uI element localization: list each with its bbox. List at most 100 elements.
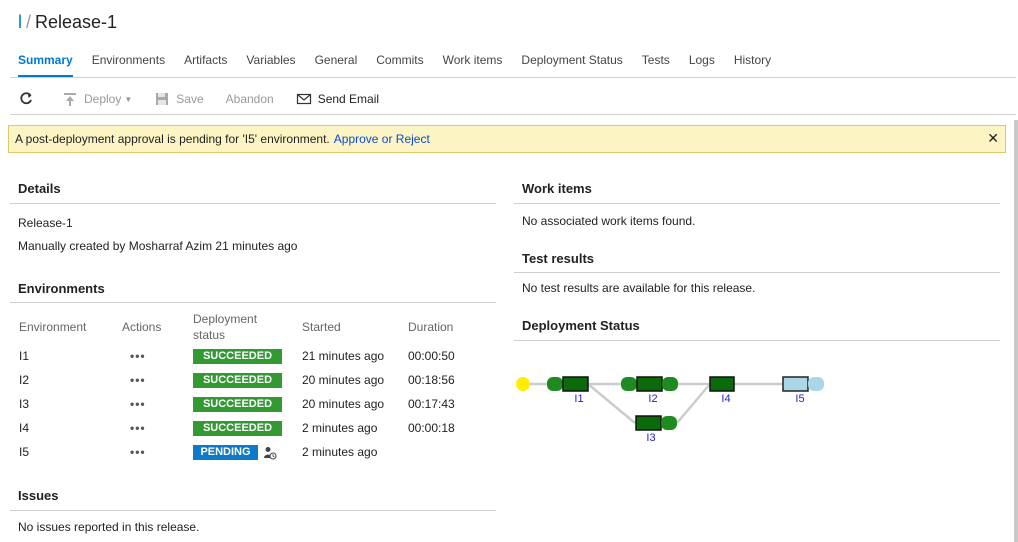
pipeline-start-node	[516, 377, 530, 391]
pipeline-node-i2[interactable]: I2	[621, 376, 678, 405]
pipeline-node-i4[interactable]: I4	[709, 376, 735, 405]
tab-bar: Summary Environments Artifacts Variables…	[18, 53, 790, 77]
tab-tests[interactable]: Tests	[642, 53, 670, 77]
test-results-divider	[514, 272, 1000, 273]
environments-divider	[10, 302, 496, 303]
approve-or-reject-link[interactable]: Approve or Reject	[334, 132, 430, 146]
details-heading: Details	[18, 181, 61, 196]
edge-i3-i4	[676, 383, 711, 424]
pipeline-node-i5[interactable]: I5	[782, 376, 824, 405]
col-environment[interactable]: Environment	[19, 319, 86, 335]
tab-environments[interactable]: Environments	[92, 53, 165, 77]
refresh-button[interactable]	[18, 91, 40, 107]
issues-divider	[10, 510, 496, 511]
pipeline-node-i1[interactable]: I1	[547, 376, 589, 405]
status-badge: SUCCEEDED	[193, 373, 282, 388]
env-started: 2 minutes ago	[302, 445, 378, 459]
env-duration: 00:17:43	[408, 397, 455, 411]
more-actions-icon[interactable]: •••	[130, 373, 146, 387]
env-duration: 00:18:56	[408, 373, 455, 387]
status-badge: SUCCEEDED	[193, 397, 282, 412]
more-actions-icon[interactable]: •••	[130, 397, 146, 411]
abandon-label: Abandon	[225, 92, 274, 106]
col-duration[interactable]: Duration	[408, 319, 453, 335]
node-i2-post	[662, 377, 678, 391]
tab-general[interactable]: General	[315, 53, 358, 77]
node-i5-post	[808, 377, 824, 391]
more-actions-icon[interactable]: •••	[130, 421, 146, 435]
more-actions-icon[interactable]: •••	[130, 349, 146, 363]
node-label-i2[interactable]: I2	[648, 393, 657, 405]
node-i3-body	[635, 415, 662, 431]
col-deployment-status-line1: Deployment	[193, 312, 258, 326]
tab-work-items[interactable]: Work items	[443, 53, 503, 77]
node-i2-pre	[621, 377, 637, 391]
tab-artifacts[interactable]: Artifacts	[184, 53, 227, 77]
node-i1-pre	[547, 377, 563, 391]
node-i5-body	[782, 376, 809, 392]
tab-summary[interactable]: Summary	[18, 53, 73, 77]
col-started[interactable]: Started	[302, 319, 341, 335]
abandon-button[interactable]: Abandon	[226, 92, 274, 106]
issues-empty-text: No issues reported in this release.	[18, 520, 200, 534]
deployment-status-heading: Deployment Status	[522, 318, 640, 333]
test-results-heading: Test results	[522, 251, 595, 266]
deployment-pipeline-graph: I1 I2 I3 I4 I5	[516, 376, 824, 444]
breadcrumb: l / Release-1	[18, 12, 117, 33]
node-i2-body	[636, 376, 663, 392]
env-name[interactable]: I2	[19, 373, 29, 387]
status-badge: SUCCEEDED	[193, 349, 282, 364]
banner-message: A post-deployment approval is pending fo…	[15, 132, 330, 146]
work-items-divider	[514, 203, 1000, 204]
pipeline-node-i3[interactable]: I3	[635, 415, 677, 444]
env-name[interactable]: I5	[19, 445, 29, 459]
env-name[interactable]: I3	[19, 397, 29, 411]
work-items-heading: Work items	[522, 181, 592, 196]
approval-banner: A post-deployment approval is pending fo…	[8, 125, 1006, 153]
scrollbar[interactable]	[1014, 120, 1018, 542]
toolbar: Deploy ▼ Save Abandon Send Email	[18, 89, 401, 109]
node-i1-body	[562, 376, 589, 392]
test-results-empty-text: No test results are available for this r…	[522, 281, 756, 295]
breadcrumb-root[interactable]: l	[18, 12, 22, 32]
save-icon	[156, 93, 169, 105]
refresh-icon	[20, 92, 32, 105]
tab-history[interactable]: History	[734, 53, 771, 77]
env-started: 2 minutes ago	[302, 421, 378, 435]
chevron-down-icon: ▼	[124, 94, 133, 104]
deploy-button[interactable]: Deploy ▼	[62, 91, 132, 107]
env-started: 20 minutes ago	[302, 373, 385, 387]
breadcrumb-separator: /	[26, 12, 32, 32]
node-i3-post	[661, 416, 677, 430]
send-email-button[interactable]: Send Email	[296, 91, 379, 107]
env-name[interactable]: I1	[19, 349, 29, 363]
environments-heading: Environments	[18, 281, 105, 296]
node-label-i4[interactable]: I4	[721, 393, 730, 405]
node-label-i5[interactable]: I5	[795, 393, 804, 405]
env-started: 21 minutes ago	[302, 349, 385, 363]
close-icon[interactable]: ✕	[987, 130, 999, 147]
page-title: Release-1	[35, 12, 118, 32]
tab-variables[interactable]: Variables	[246, 53, 295, 77]
deploy-label: Deploy	[84, 92, 122, 106]
save-label: Save	[176, 92, 204, 106]
status-badge: SUCCEEDED	[193, 421, 282, 436]
send-email-label: Send Email	[317, 92, 380, 106]
deploy-icon	[64, 93, 76, 106]
details-divider	[10, 203, 496, 204]
env-duration: 00:00:50	[408, 349, 455, 363]
save-button[interactable]: Save	[154, 91, 204, 107]
env-name[interactable]: I4	[19, 421, 29, 435]
release-name: Release-1	[18, 216, 73, 230]
tabs-divider	[10, 77, 1016, 78]
col-deployment-status-line2: status	[193, 328, 226, 342]
tab-commits[interactable]: Commits	[376, 53, 423, 77]
mail-icon	[296, 93, 311, 105]
col-deployment-status[interactable]: Deployment status	[193, 311, 257, 343]
tab-logs[interactable]: Logs	[689, 53, 715, 77]
tab-deployment-status[interactable]: Deployment Status	[521, 53, 622, 77]
node-label-i3[interactable]: I3	[646, 432, 655, 444]
node-label-i1[interactable]: I1	[574, 393, 583, 405]
pending-approver-icon[interactable]	[263, 446, 277, 460]
more-actions-icon[interactable]: •••	[130, 445, 146, 459]
